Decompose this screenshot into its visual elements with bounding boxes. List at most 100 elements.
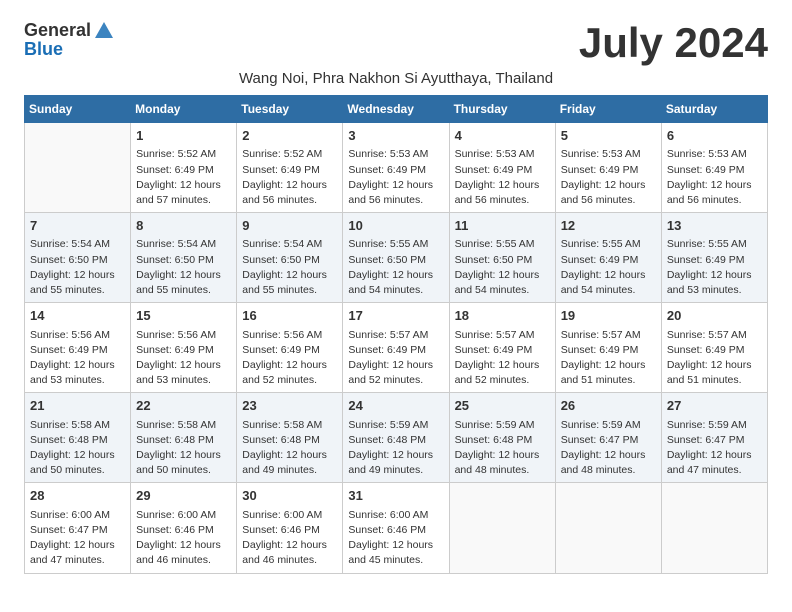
location-subtitle: Wang Noi, Phra Nakhon Si Ayutthaya, Thai… [24,70,768,87]
day-number: 27 [667,397,762,415]
week-row-4: 21 Sunrise: 5:58 AM Sunset: 6:48 PM Dayli… [25,393,768,483]
calendar-cell: 24 Sunrise: 5:59 AM Sunset: 6:48 PM Dayli… [343,393,449,483]
day-info: Sunrise: 5:57 AM Sunset: 6:49 PM Dayligh… [348,328,443,389]
day-info: Sunrise: 5:58 AM Sunset: 6:48 PM Dayligh… [30,418,125,479]
week-row-1: 1 Sunrise: 5:52 AM Sunset: 6:49 PM Daylig… [25,123,768,213]
calendar-cell: 11 Sunrise: 5:55 AM Sunset: 6:50 PM Dayli… [449,213,555,303]
calendar-cell: 31 Sunrise: 6:00 AM Sunset: 6:46 PM Dayli… [343,483,449,573]
calendar-cell: 28Sunrise: 6:00 AM Sunset: 6:47 PM Dayli… [25,483,131,573]
month-title: July 2024 [579,20,768,66]
day-number: 3 [348,127,443,145]
day-info: Sunrise: 5:52 AM Sunset: 6:49 PM Dayligh… [242,147,337,208]
day-number: 21 [30,397,125,415]
calendar-cell: 16 Sunrise: 5:56 AM Sunset: 6:49 PM Dayli… [237,303,343,393]
day-info: Sunrise: 5:56 AM Sunset: 6:49 PM Dayligh… [30,328,125,389]
weekday-header-friday: Friday [555,96,661,123]
day-info: Sunrise: 6:00 AM Sunset: 6:46 PM Dayligh… [348,508,443,569]
day-info: Sunrise: 5:58 AM Sunset: 6:48 PM Dayligh… [136,418,231,479]
day-number: 22 [136,397,231,415]
weekday-header-tuesday: Tuesday [237,96,343,123]
day-info: Sunrise: 5:55 AM Sunset: 6:49 PM Dayligh… [561,237,656,298]
calendar-cell: 3 Sunrise: 5:53 AM Sunset: 6:49 PM Daylig… [343,123,449,213]
day-info: Sunrise: 5:53 AM Sunset: 6:49 PM Dayligh… [348,147,443,208]
logo-icon [93,20,115,42]
calendar-cell: 26Sunrise: 5:59 AM Sunset: 6:47 PM Dayli… [555,393,661,483]
day-info: Sunrise: 5:53 AM Sunset: 6:49 PM Dayligh… [561,147,656,208]
title-area: July 2024 [579,20,768,66]
logo: General Blue [24,20,113,60]
weekday-header-row: SundayMondayTuesdayWednesdayThursdayFrid… [25,96,768,123]
calendar-cell [555,483,661,573]
day-number: 31 [348,487,443,505]
calendar-cell: 13 Sunrise: 5:55 AM Sunset: 6:49 PM Dayli… [661,213,767,303]
calendar-cell: 5Sunrise: 5:53 AM Sunset: 6:49 PM Daylig… [555,123,661,213]
day-info: Sunrise: 5:54 AM Sunset: 6:50 PM Dayligh… [136,237,231,298]
week-row-2: 7 Sunrise: 5:54 AM Sunset: 6:50 PM Daylig… [25,213,768,303]
calendar-cell: 1 Sunrise: 5:52 AM Sunset: 6:49 PM Daylig… [131,123,237,213]
page-header: General Blue July 2024 [24,20,768,66]
calendar-cell: 17Sunrise: 5:57 AM Sunset: 6:49 PM Dayli… [343,303,449,393]
calendar-cell: 27 Sunrise: 5:59 AM Sunset: 6:47 PM Dayli… [661,393,767,483]
day-info: Sunrise: 5:55 AM Sunset: 6:50 PM Dayligh… [348,237,443,298]
calendar-cell: 2 Sunrise: 5:52 AM Sunset: 6:49 PM Daylig… [237,123,343,213]
day-number: 9 [242,217,337,235]
calendar-cell: 20 Sunrise: 5:57 AM Sunset: 6:49 PM Dayli… [661,303,767,393]
calendar-cell: 22 Sunrise: 5:58 AM Sunset: 6:48 PM Dayli… [131,393,237,483]
calendar-cell: 18 Sunrise: 5:57 AM Sunset: 6:49 PM Dayli… [449,303,555,393]
day-number: 24 [348,397,443,415]
day-number: 29 [136,487,231,505]
day-number: 14 [30,307,125,325]
calendar-cell: 23 Sunrise: 5:58 AM Sunset: 6:48 PM Dayli… [237,393,343,483]
day-number: 25 [455,397,550,415]
calendar-cell: 19Sunrise: 5:57 AM Sunset: 6:49 PM Dayli… [555,303,661,393]
day-info: Sunrise: 5:55 AM Sunset: 6:50 PM Dayligh… [455,237,550,298]
day-info: Sunrise: 5:58 AM Sunset: 6:48 PM Dayligh… [242,418,337,479]
day-number: 4 [455,127,550,145]
day-info: Sunrise: 5:53 AM Sunset: 6:49 PM Dayligh… [455,147,550,208]
calendar-cell: 7 Sunrise: 5:54 AM Sunset: 6:50 PM Daylig… [25,213,131,303]
day-info: Sunrise: 5:55 AM Sunset: 6:49 PM Dayligh… [667,237,762,298]
day-info: Sunrise: 6:00 AM Sunset: 6:46 PM Dayligh… [242,508,337,569]
day-info: Sunrise: 5:59 AM Sunset: 6:47 PM Dayligh… [667,418,762,479]
day-info: Sunrise: 5:57 AM Sunset: 6:49 PM Dayligh… [561,328,656,389]
calendar-cell: 8Sunrise: 5:54 AM Sunset: 6:50 PM Daylig… [131,213,237,303]
day-number: 30 [242,487,337,505]
day-info: Sunrise: 5:54 AM Sunset: 6:50 PM Dayligh… [242,237,337,298]
day-number: 23 [242,397,337,415]
day-info: Sunrise: 5:59 AM Sunset: 6:48 PM Dayligh… [348,418,443,479]
calendar-table: SundayMondayTuesdayWednesdayThursdayFrid… [24,95,768,573]
calendar-cell: 10Sunrise: 5:55 AM Sunset: 6:50 PM Dayli… [343,213,449,303]
day-info: Sunrise: 5:57 AM Sunset: 6:49 PM Dayligh… [455,328,550,389]
weekday-header-saturday: Saturday [661,96,767,123]
logo-blue: Blue [24,40,63,60]
day-number: 1 [136,127,231,145]
day-info: Sunrise: 6:00 AM Sunset: 6:47 PM Dayligh… [30,508,125,569]
day-info: Sunrise: 5:59 AM Sunset: 6:48 PM Dayligh… [455,418,550,479]
day-number: 13 [667,217,762,235]
day-info: Sunrise: 6:00 AM Sunset: 6:46 PM Dayligh… [136,508,231,569]
day-info: Sunrise: 5:54 AM Sunset: 6:50 PM Dayligh… [30,237,125,298]
day-number: 15 [136,307,231,325]
calendar-cell [449,483,555,573]
calendar-cell [661,483,767,573]
day-info: Sunrise: 5:56 AM Sunset: 6:49 PM Dayligh… [242,328,337,389]
logo-general: General [24,21,91,41]
day-number: 18 [455,307,550,325]
day-number: 2 [242,127,337,145]
day-number: 7 [30,217,125,235]
day-number: 11 [455,217,550,235]
weekday-header-thursday: Thursday [449,96,555,123]
calendar-cell: 12Sunrise: 5:55 AM Sunset: 6:49 PM Dayli… [555,213,661,303]
day-info: Sunrise: 5:52 AM Sunset: 6:49 PM Dayligh… [136,147,231,208]
calendar-cell [25,123,131,213]
day-number: 20 [667,307,762,325]
calendar-cell: 15Sunrise: 5:56 AM Sunset: 6:49 PM Dayli… [131,303,237,393]
calendar-cell: 9 Sunrise: 5:54 AM Sunset: 6:50 PM Daylig… [237,213,343,303]
day-number: 16 [242,307,337,325]
day-number: 6 [667,127,762,145]
calendar-cell: 21 Sunrise: 5:58 AM Sunset: 6:48 PM Dayli… [25,393,131,483]
day-number: 26 [561,397,656,415]
calendar-cell: 29 Sunrise: 6:00 AM Sunset: 6:46 PM Dayli… [131,483,237,573]
weekday-header-sunday: Sunday [25,96,131,123]
day-info: Sunrise: 5:57 AM Sunset: 6:49 PM Dayligh… [667,328,762,389]
